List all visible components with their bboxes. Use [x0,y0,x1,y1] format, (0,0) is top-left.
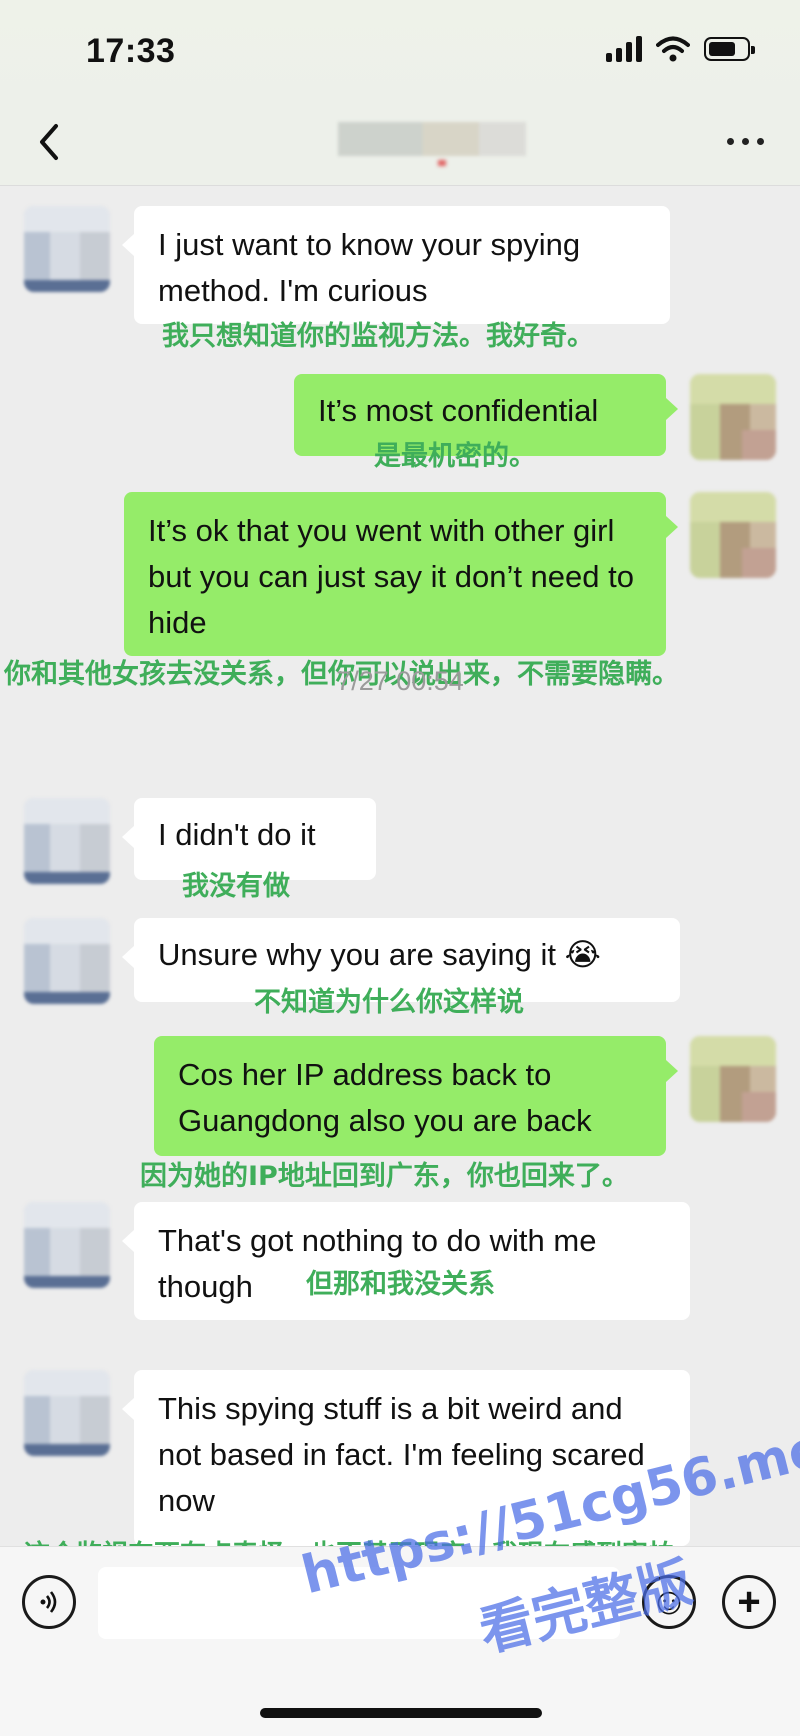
contact-avatar[interactable] [24,1202,110,1288]
message-timestamp: 7/27 00:54 [336,666,464,696]
cellular-signal-icon [606,36,642,62]
more-options-icon[interactable] [727,138,764,145]
message-bubble-received[interactable]: I just want to know your spying method. … [122,206,670,324]
message-text: It’s ok that you went with other girl bu… [148,513,634,640]
message-translation: 是最机密的。 [374,441,536,472]
message-translation: 我只想知道你的监视方法。我好奇。 [162,321,594,352]
status-time: 17:33 [86,32,176,70]
message-text: I didn't do it [158,817,316,852]
message-bubble-sent[interactable]: It’s ok that you went with other girl bu… [124,492,678,656]
wifi-icon [656,36,690,62]
contact-name-redacted [338,122,526,156]
message-text: It’s most confidential [318,393,599,428]
status-icons [606,36,755,62]
contact-avatar[interactable] [24,798,110,884]
message-translation: 因为她的IP地址回到广东，你也回来了。 [140,1161,629,1192]
message-translation: 但那和我没关系 [306,1269,495,1300]
message-text: I just want to know your spying method. … [158,227,581,308]
chat-header [0,100,800,186]
battery-icon [704,37,755,61]
user-avatar[interactable] [690,1036,776,1122]
status-bar: 17:33 [0,0,800,110]
contact-avatar[interactable] [24,918,110,1004]
voice-input-icon[interactable] [22,1575,76,1629]
message-text: Unsure why you are saying it 😭 [158,937,601,972]
plus-icon[interactable]: + [722,1575,776,1629]
contact-avatar[interactable] [24,1370,110,1456]
home-indicator [260,1708,542,1718]
message-bubble-received[interactable]: That's got nothing to do with me though [122,1202,690,1320]
back-icon[interactable] [30,120,70,164]
user-avatar[interactable] [690,374,776,460]
message-translation: 我没有做 [182,871,290,902]
user-avatar[interactable] [690,492,776,578]
message-text: Cos her IP address back to Guangdong als… [178,1057,592,1138]
message-translation: 不知道为什么你这样说 [254,987,524,1018]
message-list[interactable]: I just want to know your spying method. … [0,186,800,1570]
contact-avatar[interactable] [24,206,110,292]
message-bubble-sent[interactable]: Cos her IP address back to Guangdong als… [154,1036,678,1156]
